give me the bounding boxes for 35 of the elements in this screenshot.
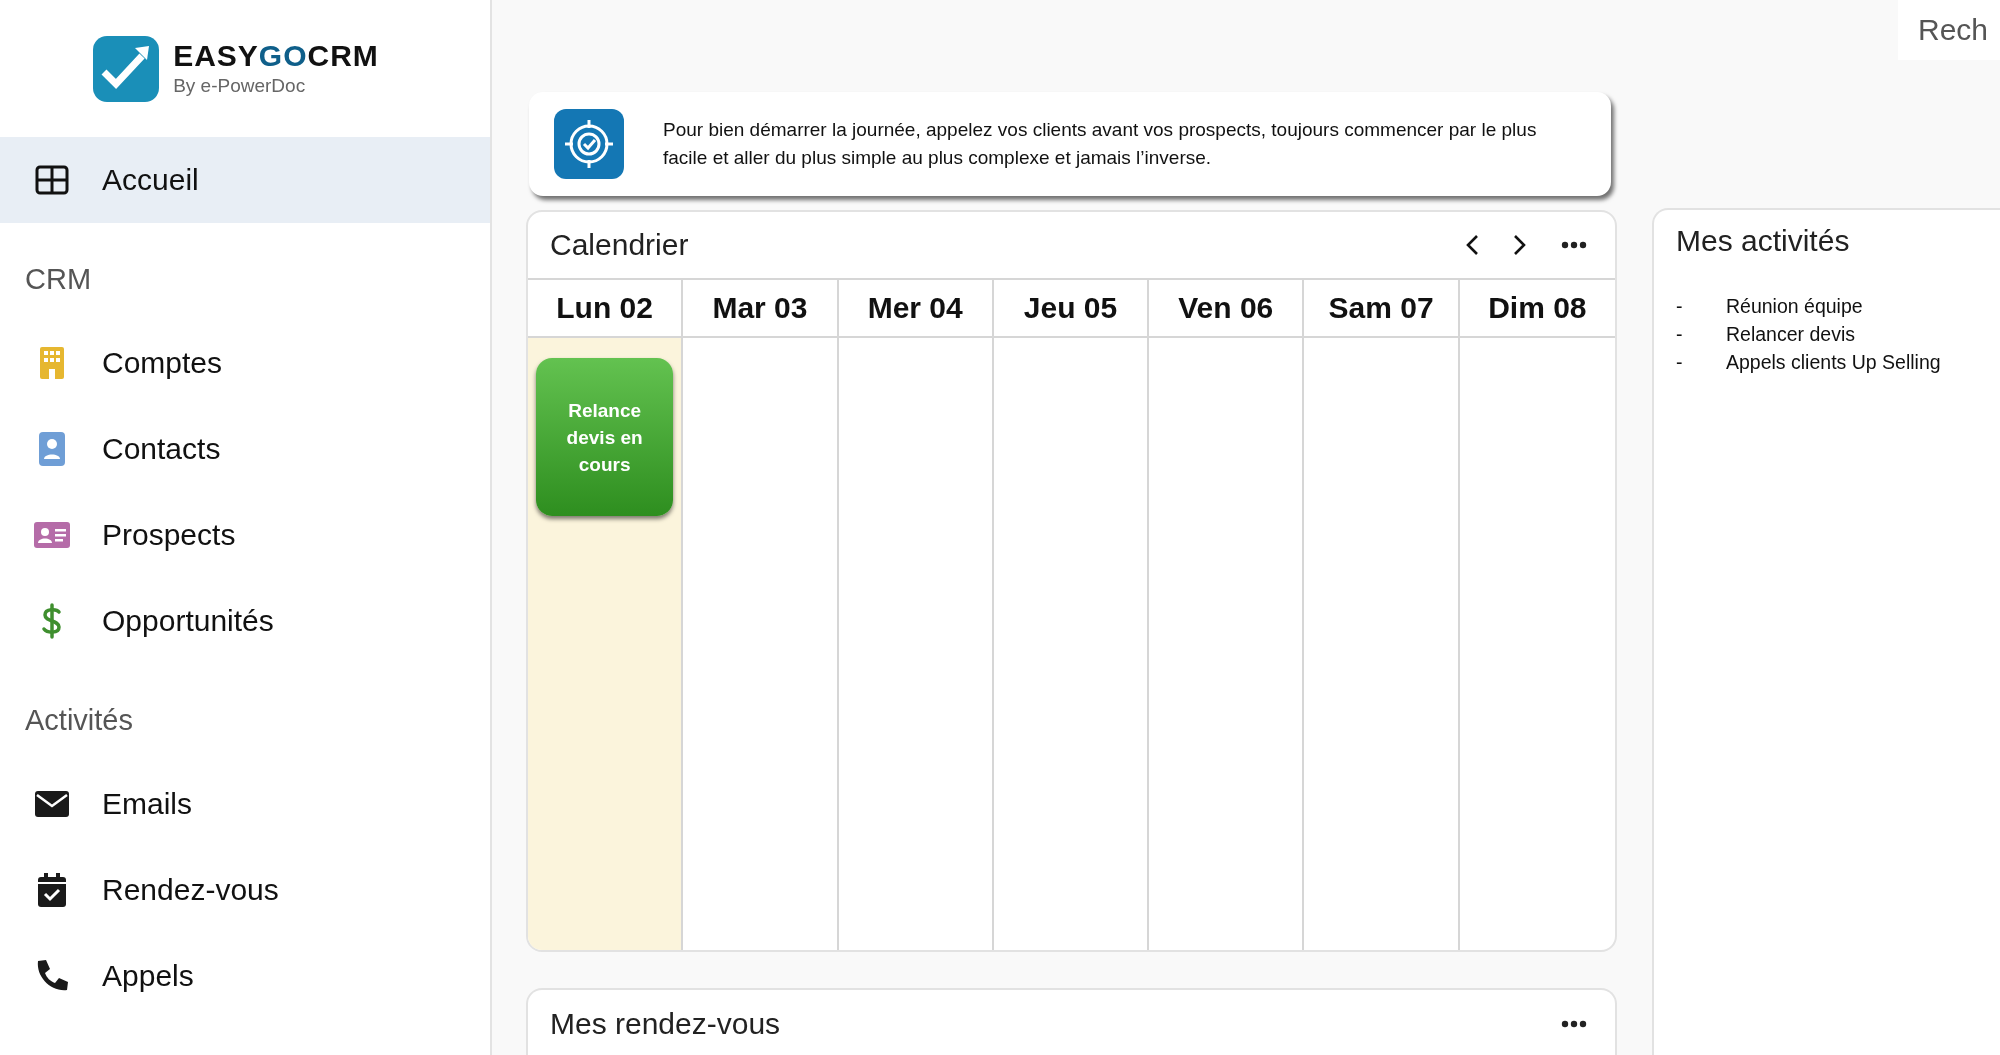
more-icon bbox=[1561, 1020, 1587, 1028]
card-title: Calendrier bbox=[550, 228, 690, 262]
card-title: Mes activités bbox=[1676, 224, 1851, 258]
list-marker: - bbox=[1676, 294, 1684, 319]
contact-card-icon bbox=[38, 431, 66, 467]
target-check-icon bbox=[553, 108, 625, 180]
section-heading: Activités bbox=[24, 703, 134, 738]
id-card-icon bbox=[33, 521, 71, 549]
chevron-left-icon bbox=[1465, 234, 1479, 256]
more-icon bbox=[1561, 241, 1587, 249]
chevron-right-icon bbox=[1513, 234, 1527, 256]
sidebar-item[interactable]: Emails bbox=[0, 761, 490, 847]
list-marker: - bbox=[1676, 350, 1684, 375]
activity-item: Réunion équipe bbox=[1726, 294, 1863, 319]
search-field[interactable]: Rech bbox=[1898, 0, 2000, 60]
brand-tagline: By e-PowerDoc bbox=[173, 74, 307, 97]
sidebar-item[interactable]: Comptes bbox=[0, 320, 490, 406]
sidebar-item[interactable]: Rendez-vous bbox=[0, 847, 490, 933]
activity-item: Relancer devis bbox=[1726, 322, 1855, 347]
brand-name: EASYGOCRM bbox=[173, 40, 379, 71]
sidebar-item[interactable]: Appels bbox=[0, 933, 490, 1019]
sidebar-item[interactable]: Contacts bbox=[0, 406, 490, 492]
grid-icon bbox=[35, 165, 69, 195]
envelope-icon bbox=[34, 790, 70, 818]
activity-item: Appels clients Up Selling bbox=[1726, 350, 1941, 375]
list-marker: - bbox=[1676, 322, 1684, 347]
dollar-icon bbox=[41, 603, 63, 639]
section-heading: CRM bbox=[24, 262, 93, 297]
sidebar-item[interactable]: Prospects bbox=[0, 492, 490, 578]
sidebar-item[interactable]: Opportunités bbox=[0, 578, 490, 664]
tip-text: Pour bien démarrer la journée, appelez vos clients avant vos prospects, toujours commencer par le plus facile et aller du plus simple au plus complexe et jamais l’inverse. bbox=[663, 118, 1538, 170]
calendar-check-icon bbox=[36, 872, 68, 908]
sidebar-item[interactable]: Accueil bbox=[0, 137, 490, 223]
building-icon bbox=[39, 346, 65, 380]
card-title: Mes rendez-vous bbox=[550, 1007, 782, 1041]
